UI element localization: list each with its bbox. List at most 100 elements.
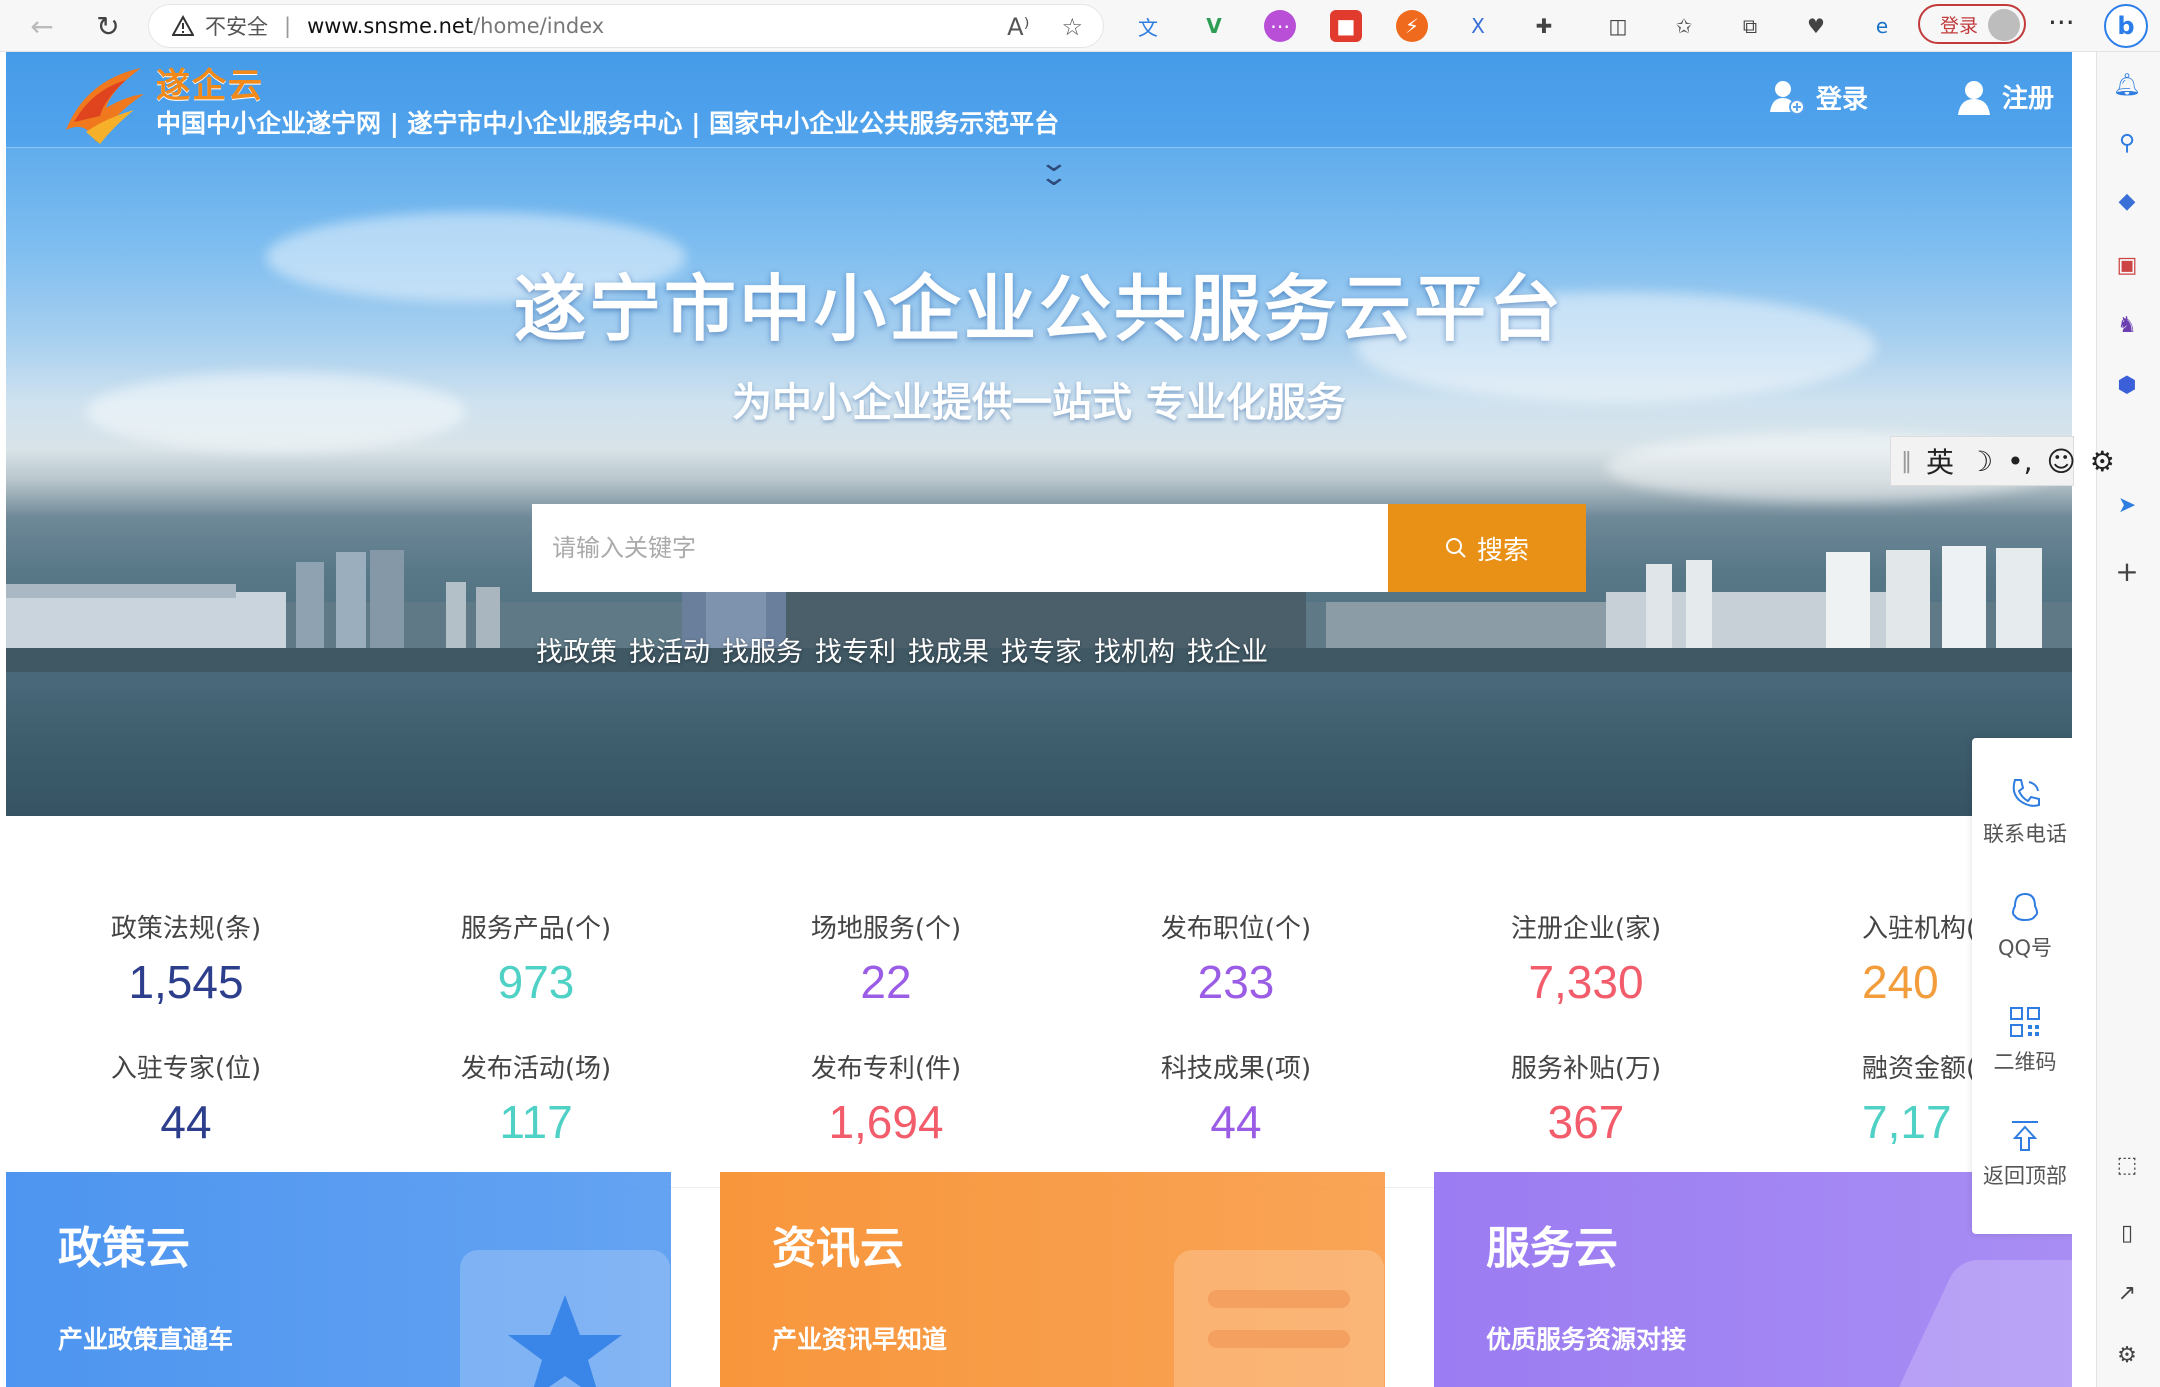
contact-phone-button[interactable]: 联系电话 [1972,776,2072,848]
site-header: 遂企云 中国中小企业遂宁网 | 遂宁市中小企业服务中心 | 国家中小企业公共服务… [6,52,2072,148]
refresh-icon[interactable]: ↻ [88,6,128,46]
url-host: www.snsme.net [307,14,474,38]
policy-cloud-card[interactable]: 政策云 产业政策直通车 [6,1172,671,1387]
qrcode-label: 二维码 [1993,1050,2057,1074]
red-extension-icon[interactable]: ■ [1330,10,1362,42]
punctuation-icon[interactable]: •, [2007,445,2032,478]
stat-item: 注册企业(家) 7,330 [1436,908,1736,1009]
phone-icon [2012,779,2040,807]
floating-contact-panel: 联系电话 QQ号 二维码 返回顶部 [1972,738,2072,1234]
add-sidebar-icon[interactable]: + [2112,555,2142,588]
qrcode-button[interactable]: 二维码 [1972,1004,2072,1076]
search-icon[interactable]: ⚲ [2112,128,2142,158]
office-icon[interactable]: ⬢ [2112,370,2142,400]
stat-item: 科技成果(项) 44 [1086,1048,1386,1149]
extensions-puzzle-icon[interactable]: ✚ [1528,10,1560,42]
site-logo-icon[interactable] [56,60,146,148]
shopping-tag-icon[interactable]: ◆ [2112,186,2142,216]
x-extension-icon[interactable]: X [1462,10,1494,42]
header-register-button[interactable]: 注册 [1956,78,2054,115]
ime-language-toggle[interactable]: 英 [1926,441,1954,481]
screenshot-icon[interactable]: ⬚ [2112,1150,2142,1180]
news-cloud-card[interactable]: 资讯云 产业资讯早知道 [720,1172,1385,1387]
chevron-down-icon[interactable]: ⌄ ⌄ [1039,150,1070,190]
bing-copilot-icon[interactable]: b [2104,4,2148,48]
sidebar-toggle-icon[interactable]: ▯ [2112,1218,2142,1248]
settings-gear-icon[interactable]: ⚙ [2112,1340,2142,1370]
profile-login-button[interactable]: 登录 [1918,4,2026,44]
favorites-icon[interactable]: ✩ [1668,10,1700,42]
stat-item: 场地服务(个) 22 [736,908,1036,1009]
edge-icon[interactable]: e [1866,10,1898,42]
logo-name[interactable]: 遂企云 [156,58,264,107]
back-to-top-button[interactable]: 返回顶部 [1972,1118,2072,1190]
search-button-label: 搜索 [1476,534,1529,565]
stat-label: 科技成果(项) [1160,1054,1312,1084]
bell-icon[interactable]: 🔔︎ [2112,70,2142,100]
read-aloud-icon[interactable]: A⁾ [1007,13,1029,41]
quick-link[interactable]: 找专家 [1001,630,1082,669]
stat-label: 政策法规(条) [110,914,262,944]
hero-banner: 遂企云 中国中小企业遂宁网 | 遂宁市中小企业服务中心 | 国家中小企业公共服务… [6,52,2072,816]
stat-value: 22 [860,956,912,1008]
header-register-label: 注册 [2002,84,2055,114]
warning-icon [171,14,195,38]
stat-value: 973 [497,956,575,1008]
header-login-button[interactable]: 登录 [1768,78,1868,116]
v-extension-icon[interactable]: V [1198,10,1230,42]
card-subtitle: 产业政策直通车 [58,1325,234,1354]
more-menu-icon[interactable]: ··· [2048,6,2075,39]
profile-login-label: 登录 [1940,14,1979,37]
qrcode-icon [2010,1007,2040,1037]
send-icon[interactable]: ➤ [2112,490,2142,520]
user-icon [1958,80,1990,115]
quick-link[interactable]: 找活动 [629,630,710,669]
stat-item: 入驻专家(位) 44 [36,1048,336,1149]
page-subtitle: 为中小企业提供一站式 专业化服务 [732,380,1346,426]
quick-link[interactable]: 找政策 [536,630,617,669]
favorite-star-icon[interactable]: ☆ [1061,13,1083,41]
stat-item: 政策法规(条) 1,545 [36,908,336,1009]
stat-value: 44 [1210,1096,1262,1148]
split-screen-icon[interactable]: ◫ [1602,10,1634,42]
site-subtitle: 中国中小企业遂宁网 | 遂宁市中小企业服务中心 | 国家中小企业公共服务示范平台 [156,109,1060,138]
search-input[interactable] [532,504,1388,592]
quick-link[interactable]: 找企业 [1187,630,1268,669]
card-subtitle: 产业资讯早知道 [772,1325,948,1354]
quick-link[interactable]: 找专利 [815,630,896,669]
back-to-top-label: 返回顶部 [1983,1164,2067,1188]
quick-link[interactable]: 找服务 [722,630,803,669]
tools-briefcase-icon[interactable]: ▣ [2112,250,2142,280]
games-icon[interactable]: ♞ [2112,310,2142,340]
stat-item: 服务产品(个) 973 [386,908,686,1009]
qq-button[interactable]: QQ号 [1972,890,2072,962]
stat-value: 117 [499,1096,573,1148]
stat-value: 44 [160,1096,212,1148]
ime-settings-icon[interactable]: ⚙ [2090,445,2115,478]
ime-drag-handle[interactable]: ‖ [1901,449,1912,474]
orange-extension-icon[interactable]: ⚡ [1396,10,1428,42]
url-path: /home/index [473,14,605,38]
collections-icon[interactable]: ⧉ [1734,10,1766,42]
moon-icon[interactable]: ☽ [1968,445,1993,478]
address-bar[interactable]: 不安全 | www.snsme.net /home/index A⁾ ☆ [148,4,1104,48]
ime-toolbar: ‖ 英 ☽ •, ☺ ⚙ [1890,436,2115,486]
insecure-label: 不安全 [205,15,268,39]
search-button[interactable]: 搜索 [1388,504,1586,592]
card-subtitle: 优质服务资源对接 [1486,1325,1687,1354]
document-icon [1174,1250,1384,1387]
back-icon[interactable]: ← [22,6,62,46]
quick-link[interactable]: 找成果 [908,630,989,669]
browser-essentials-icon[interactable]: ♥ [1800,10,1832,42]
dots-extension-icon[interactable]: ⋯ [1264,10,1296,42]
qq-label: QQ号 [1997,936,2053,960]
service-icon [1869,1260,2072,1387]
card-title: 资讯云 [772,1223,904,1274]
quick-link[interactable]: 找机构 [1094,630,1175,669]
emoji-icon[interactable]: ☺ [2047,445,2076,478]
web-page: 遂企云 中国中小企业遂宁网 | 遂宁市中小企业服务中心 | 国家中小企业公共服务… [6,52,2072,1387]
translate-extension-icon[interactable]: 文 [1132,10,1164,42]
search-icon [1445,538,1466,558]
stat-item: 服务补贴(万) 367 [1436,1048,1736,1149]
open-external-icon[interactable]: ↗ [2112,1278,2142,1308]
